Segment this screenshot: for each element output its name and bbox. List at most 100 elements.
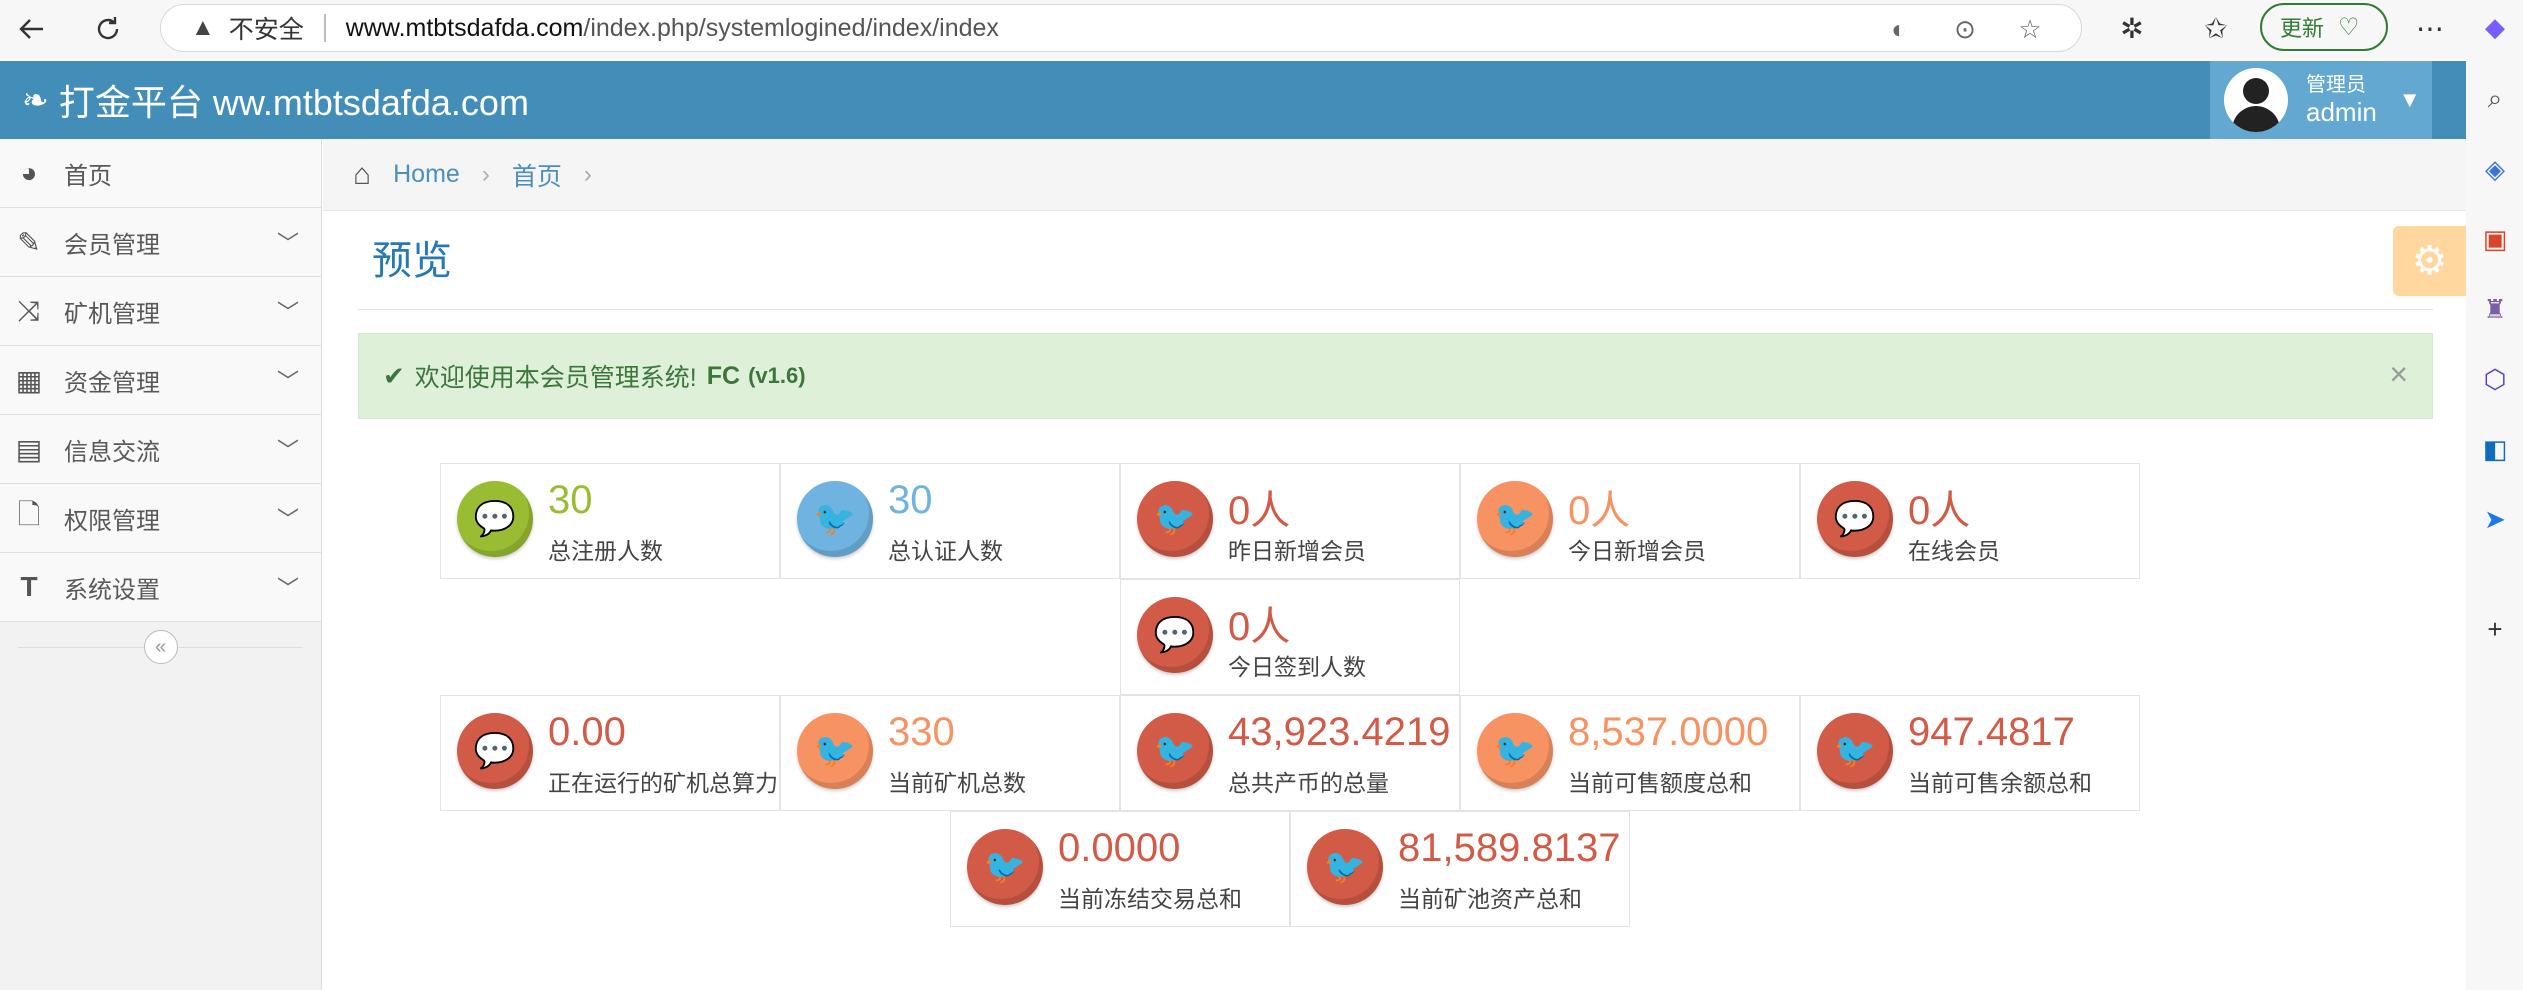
stat-label: 总注册人数	[548, 538, 663, 564]
stat-box: 💬 0人 在线会员	[1800, 463, 2140, 579]
twitter-icon: 🐦	[1307, 829, 1383, 905]
sidebar-item-miners[interactable]: ⤨ 矿机管理 ﹀	[0, 277, 321, 346]
edge-sidebar: ◆ ⌕ ◈ ▣ ♜ ⬡ ◧ ➤ +	[2466, 0, 2523, 990]
reload-icon	[97, 17, 119, 40]
close-icon[interactable]: ×	[2389, 356, 2408, 393]
address-bar[interactable]: ▲ 不安全 www.mtbtsdafda.com/index.php/syste…	[160, 4, 2082, 52]
stat-label: 当前可售额度总和	[1568, 770, 1752, 796]
settings-menu-icon[interactable]: ⋯	[2410, 8, 2450, 48]
toolbox-icon[interactable]: ▣	[2478, 222, 2512, 256]
check-icon: ✔	[383, 360, 405, 391]
stat-value: 0人	[1228, 489, 1291, 533]
back-button[interactable]	[8, 5, 56, 53]
twitter-icon: 🐦	[1137, 713, 1213, 789]
sidebar-item-funds[interactable]: ▦ 资金管理 ﹀	[0, 346, 321, 415]
breadcrumb-separator-icon: ›	[481, 160, 490, 188]
stat-label: 正在运行的矿机总算力	[548, 770, 778, 796]
read-aloud-icon[interactable]: ◐	[1883, 13, 1915, 45]
sidebar-item-settings[interactable]: T 系统设置 ﹀	[0, 553, 321, 622]
favorites-icon[interactable]: ✩	[2196, 8, 2236, 48]
sidebar-item-home[interactable]: ◕ 首页	[0, 139, 321, 208]
sidebar-item-permissions[interactable]: 🗋 权限管理 ﹀	[0, 484, 321, 553]
breadcrumb-current-link[interactable]: 首页	[512, 157, 562, 193]
back-arrow-icon	[19, 19, 43, 39]
extensions-icon[interactable]: ✲	[2112, 8, 2152, 48]
twitter-icon: 🐦	[1477, 481, 1553, 557]
stat-box: 🐦 330 当前矿机总数	[780, 695, 1120, 811]
sidebar-item-messages[interactable]: ▤ 信息交流 ﹀	[0, 415, 321, 484]
stat-value: 30	[888, 478, 933, 522]
dashboard-icon: ◕	[20, 157, 38, 188]
alert-product: FC	[706, 361, 741, 390]
avatar	[2224, 68, 2288, 132]
twitter-icon: 🐦	[1477, 713, 1553, 789]
double-chevron-left-icon[interactable]: «	[143, 630, 178, 664]
chevron-down-icon: ﹀	[276, 438, 299, 463]
calendar-icon: ▦	[15, 364, 43, 396]
comments-icon: 💬	[1817, 481, 1893, 557]
brand[interactable]: ❧ 打金平台 ww.mtbtsdafda.com	[22, 71, 529, 129]
gear-icon: ⚙	[2411, 239, 2448, 283]
settings-gear-button[interactable]: ⚙	[2393, 226, 2466, 296]
stat-value: 330	[888, 710, 955, 754]
stat-label: 当前矿池资产总和	[1398, 886, 1582, 912]
favorite-star-icon[interactable]: ☆	[2014, 13, 2046, 45]
stat-label: 在线会员	[1908, 538, 2000, 564]
alert-message: 欢迎使用本会员管理系统!	[414, 364, 697, 392]
twitter-icon: 🐦	[1817, 713, 1893, 789]
sidebar-item-members[interactable]: ✎ 会员管理 ﹀	[0, 208, 321, 277]
warning-icon: ▲	[191, 14, 215, 41]
home-icon: ⌂	[353, 157, 372, 191]
url-host: www.mtbtsdafda.com	[345, 13, 584, 42]
stat-box: 🐦 0人 昨日新增会员	[1120, 463, 1460, 579]
twitter-icon: 🐦	[797, 481, 873, 557]
stat-value: 0人	[1568, 489, 1631, 533]
reload-button[interactable]	[84, 5, 132, 53]
welcome-alert: ✔ 欢迎使用本会员管理系统! FC (v1.6) ×	[358, 333, 2433, 419]
update-button[interactable]: 更新 ♡	[2260, 3, 2388, 51]
page-title: 预览	[372, 239, 452, 283]
sidebar-item-label: 系统设置	[64, 576, 160, 604]
sidebar-item-label: 矿机管理	[64, 300, 160, 328]
games-icon[interactable]: ♜	[2478, 292, 2512, 326]
shopping-tag-icon[interactable]: ◈	[2478, 152, 2512, 186]
stat-box: 🐦 43,923.4219 总共产币的总量	[1120, 695, 1460, 811]
stat-value: 0人	[1228, 605, 1291, 649]
stat-value: 8,537.0000	[1568, 710, 1769, 754]
stat-box: 🐦 8,537.0000 当前可售额度总和	[1460, 695, 1800, 811]
breadcrumb-home-link[interactable]: Home	[393, 160, 460, 189]
copilot-icon[interactable]: ◆	[2478, 10, 2512, 44]
user-menu[interactable]: 管理员 admin ▼	[2210, 61, 2432, 139]
stat-box: 🐦 947.4817 当前可售余额总和	[1800, 695, 2140, 811]
insecure-label: 不安全	[228, 16, 304, 44]
chevron-down-icon: ﹀	[276, 576, 299, 601]
sidebar: ◕ 首页 ✎ 会员管理 ﹀ ⤨ 矿机管理 ﹀ ▦ 资金管理 ﹀ ▤ 信息交流 ﹀…	[0, 139, 322, 990]
stat-label: 总共产币的总量	[1228, 770, 1389, 796]
send-icon[interactable]: ➤	[2478, 502, 2512, 536]
stat-box: 🐦 0.0000 当前冻结交易总和	[950, 811, 1290, 927]
stat-value: 81,589.8137	[1398, 826, 1621, 870]
stat-box: 💬 0人 今日签到人数	[1120, 579, 1460, 695]
sidebar-item-label: 首页	[64, 162, 112, 190]
breadcrumb: ⌂ Home › 首页 ›	[323, 139, 2466, 211]
more-options-icon[interactable]: ⊙	[1949, 13, 1981, 45]
chevron-down-icon: ﹀	[276, 231, 299, 256]
outlook-icon[interactable]: ◧	[2478, 432, 2512, 466]
stat-label: 昨日新增会员	[1228, 538, 1366, 564]
stat-label: 总认证人数	[888, 538, 1003, 564]
leaf-icon: ❧	[22, 82, 49, 118]
stat-value: 947.4817	[1908, 710, 2075, 754]
sidebar-item-label: 资金管理	[64, 369, 160, 397]
sidebar-item-label: 信息交流	[64, 438, 160, 466]
twitter-icon: 🐦	[1137, 481, 1213, 557]
chevron-down-icon: ﹀	[276, 369, 299, 394]
shuffle-icon: ⤨	[17, 294, 41, 326]
stat-label: 当前矿机总数	[888, 770, 1026, 796]
stat-value: 43,923.4219	[1228, 710, 1451, 754]
comments-icon: 💬	[1137, 597, 1213, 673]
stat-value: 0人	[1908, 489, 1971, 533]
stat-box: 🐦 30 总认证人数	[780, 463, 1120, 579]
microsoft365-icon[interactable]: ⬡	[2478, 362, 2512, 396]
search-icon[interactable]: ⌕	[2478, 82, 2512, 116]
add-sidebar-icon[interactable]: +	[2478, 612, 2512, 646]
